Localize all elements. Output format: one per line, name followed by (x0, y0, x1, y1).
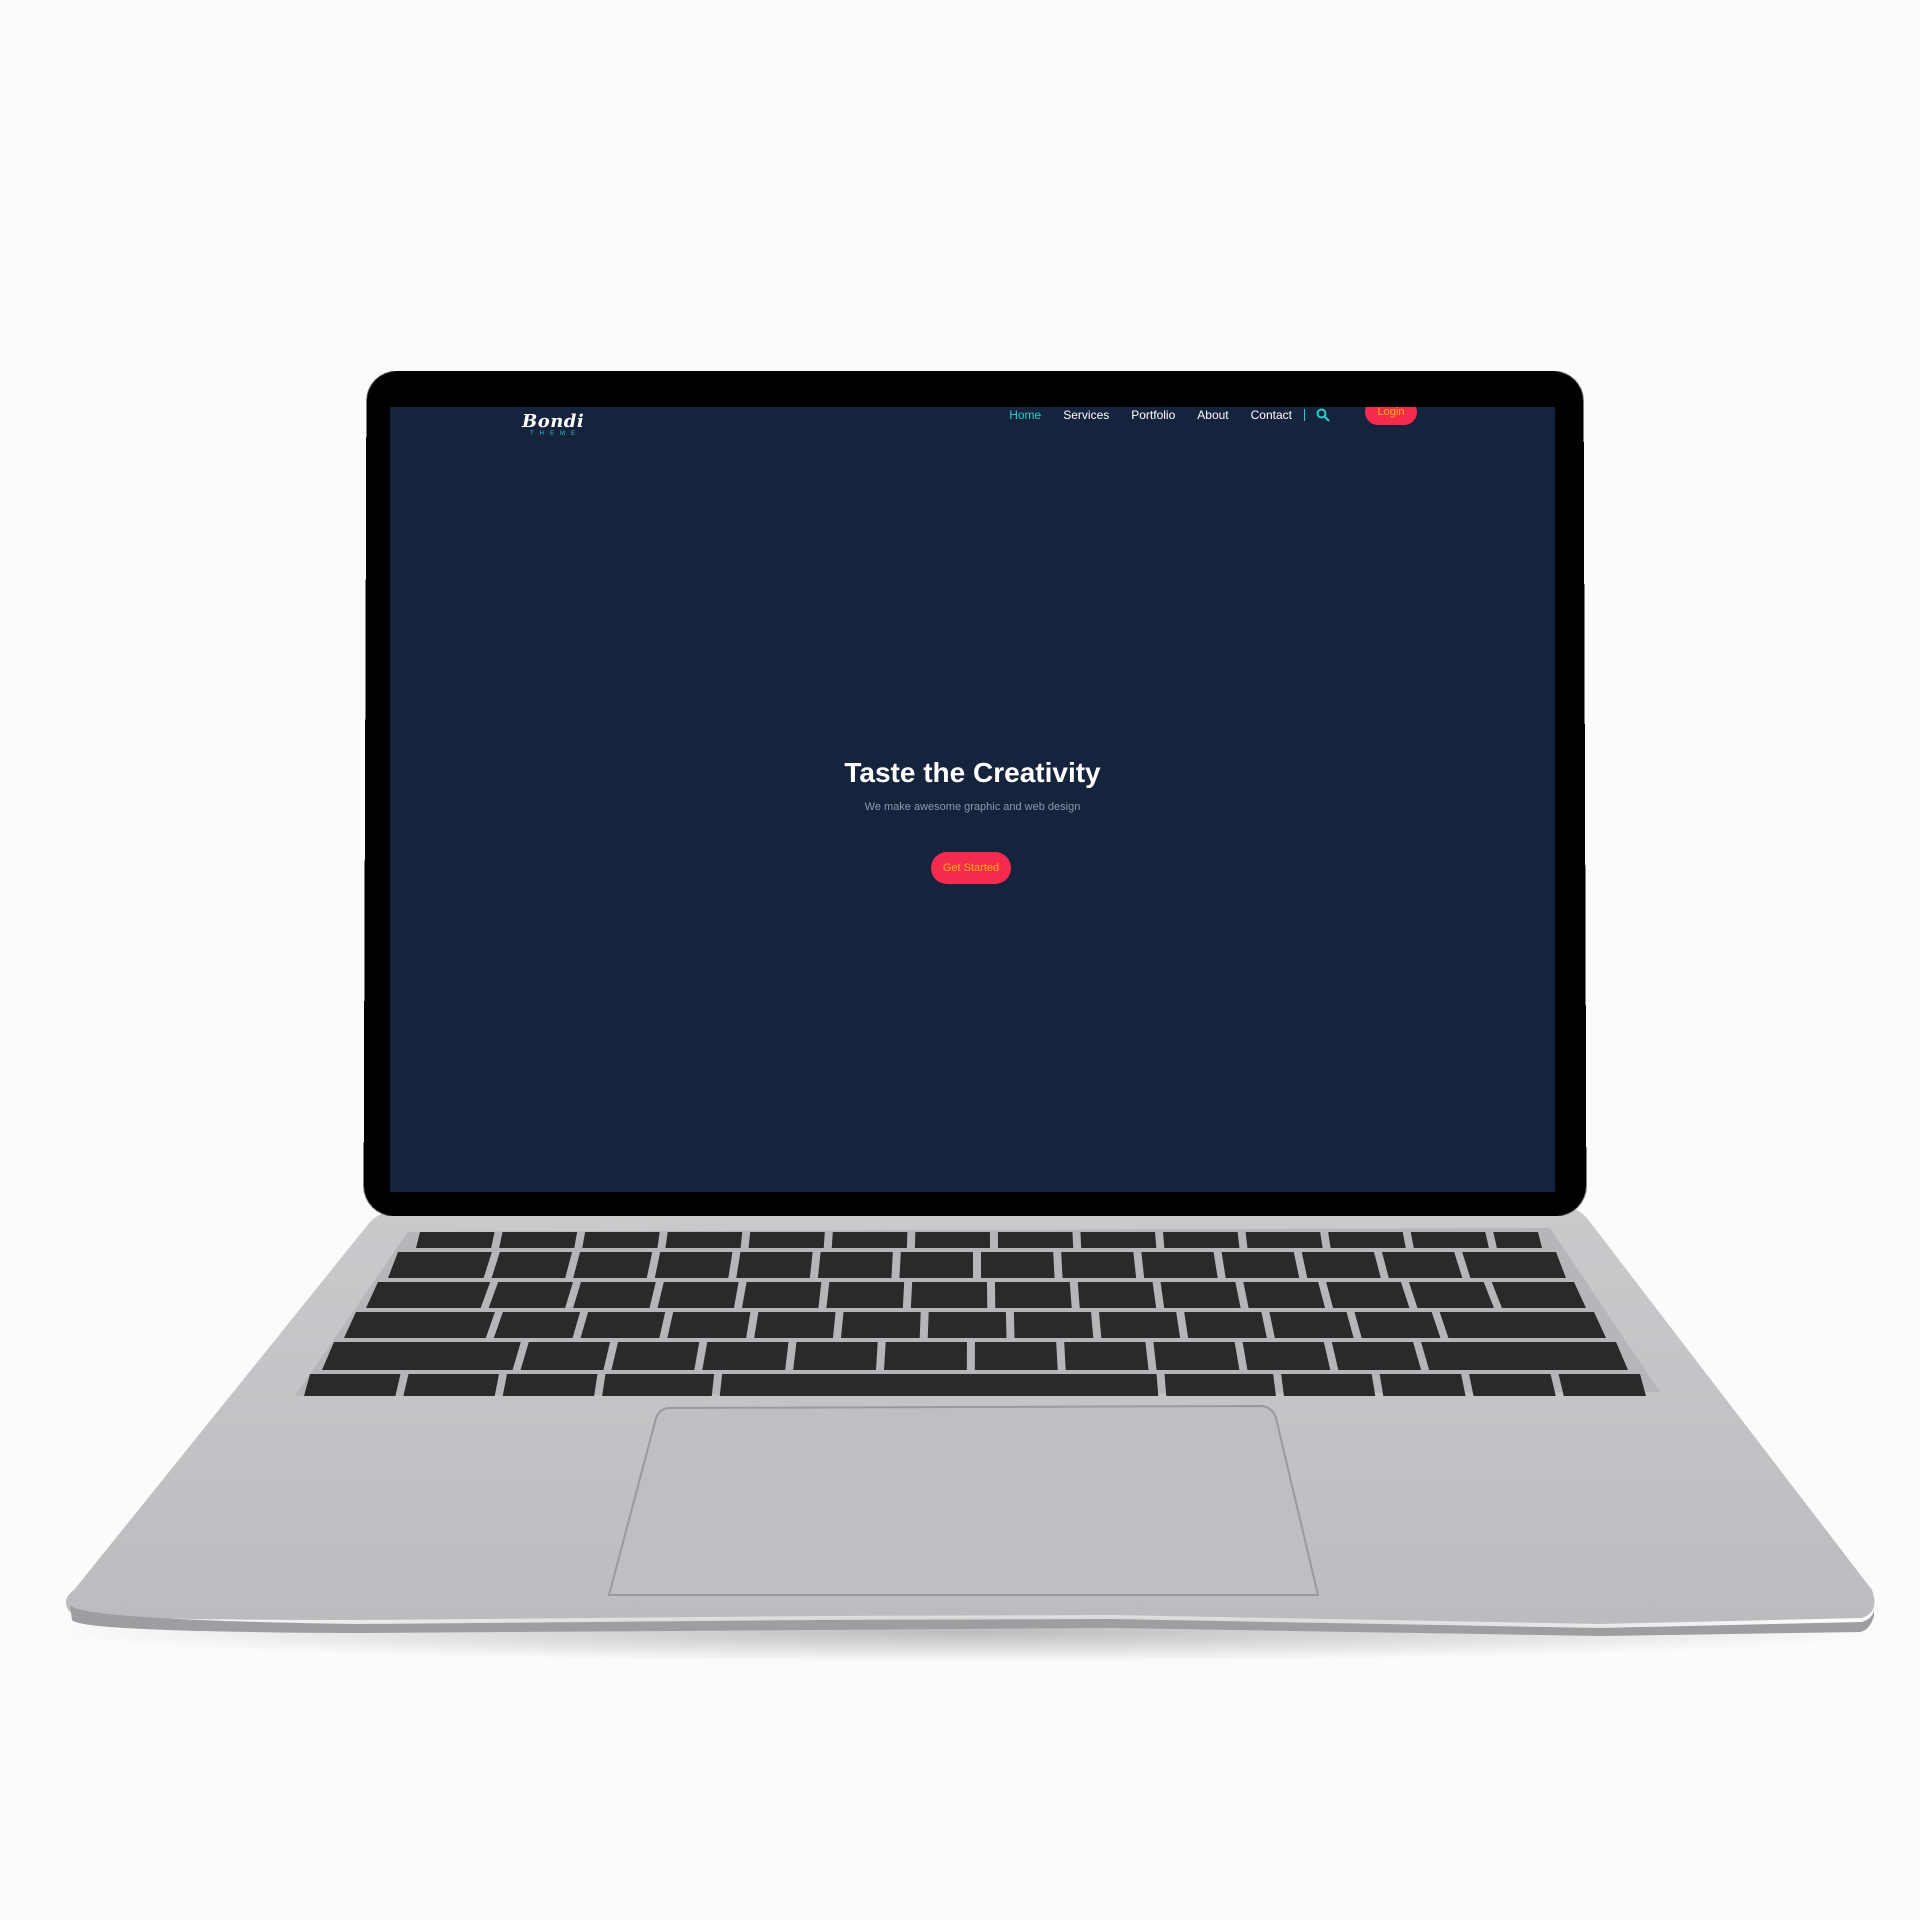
keyboard-key (840, 1312, 921, 1338)
keyboard-key (1558, 1374, 1646, 1396)
keyboard-key (719, 1374, 1159, 1396)
keyboard-key (573, 1252, 653, 1278)
keyboard-key (1493, 1232, 1542, 1248)
nav-contact[interactable]: Contact (1251, 407, 1292, 423)
keyboard-key (499, 1232, 578, 1248)
keyboard-key (1099, 1312, 1181, 1338)
keyboard-key (1301, 1252, 1381, 1278)
login-button[interactable]: Login (1365, 407, 1417, 425)
keyboard-key (910, 1282, 988, 1308)
nav-links: Home Services Portfolio About Contact (987, 407, 1331, 423)
keyboard-key (748, 1232, 825, 1248)
keyboard-key (1080, 1232, 1157, 1248)
search-icon[interactable] (1315, 407, 1331, 423)
keyboard-key (817, 1252, 893, 1278)
keyboard-key (1160, 1282, 1241, 1308)
keyboard-key (826, 1282, 905, 1308)
keyboard-key (793, 1342, 878, 1370)
keyboard-key (1326, 1282, 1410, 1308)
keyboard-key (488, 1282, 573, 1308)
keyboard-key (1281, 1374, 1376, 1396)
keyboard-key (1153, 1342, 1240, 1370)
keyboard-key (997, 1232, 1074, 1248)
trackpad (607, 1404, 1320, 1596)
keyboard-key (1462, 1252, 1566, 1278)
keyboard-key (1242, 1342, 1331, 1370)
keyboard-key (657, 1282, 739, 1308)
keyboard-key (831, 1232, 908, 1248)
keyboard-key (741, 1282, 822, 1308)
keyboard-key (1061, 1252, 1137, 1278)
keyboard-key (1163, 1232, 1240, 1248)
nav-services[interactable]: Services (1063, 407, 1109, 423)
keyboard-key (927, 1312, 1007, 1338)
keyboard-key (1245, 1232, 1323, 1248)
keyboard-key (1410, 1232, 1489, 1248)
keyboard-key (754, 1312, 836, 1338)
keyboard-key (1408, 1282, 1494, 1308)
keyboard-key (322, 1342, 521, 1370)
keyboard-key (1331, 1342, 1422, 1370)
keyboard-key (914, 1232, 991, 1248)
keyboard-key (502, 1374, 598, 1396)
keyboard-key (974, 1342, 1058, 1370)
site-navbar: Bondi THEME Home Services Portfolio Abou… (390, 407, 1555, 441)
nav-home[interactable]: Home (1009, 407, 1041, 423)
keyboard-key (981, 1252, 1055, 1278)
keyboard-key (884, 1342, 967, 1370)
laptop-mockup: Bondi THEME Home Services Portfolio Abou… (0, 0, 1920, 1920)
keyboard-key (994, 1282, 1072, 1308)
keyboard-key (1439, 1312, 1606, 1338)
nav-divider (1304, 409, 1305, 421)
screen: Bondi THEME Home Services Portfolio Abou… (390, 407, 1555, 1192)
keyboard-key (736, 1252, 813, 1278)
keyboard-key (573, 1282, 656, 1308)
keyboard-key (667, 1312, 751, 1338)
keyboard-key (1421, 1342, 1628, 1370)
keyboard-key (1184, 1312, 1267, 1338)
keyboard-key (665, 1232, 743, 1248)
hero-subtitle: We make awesome graphic and web design (864, 801, 1081, 813)
site-logo[interactable]: Bondi (522, 413, 584, 431)
keyboard-key (582, 1232, 660, 1248)
keyboard-key (1328, 1232, 1406, 1248)
get-started-button[interactable]: Get Started (931, 852, 1011, 884)
keyboard-key (1221, 1252, 1300, 1278)
keyboard-key (491, 1252, 573, 1278)
keyboard-key (1269, 1312, 1354, 1338)
keyboard-key (899, 1252, 973, 1278)
keyboard-key (520, 1342, 611, 1370)
site-logo-subtitle: THEME (530, 431, 581, 437)
keyboard-key (611, 1342, 700, 1370)
keyboard-key (1141, 1252, 1218, 1278)
keyboard-key (493, 1312, 581, 1338)
keyboard-key (1491, 1282, 1586, 1308)
keyboard-key (602, 1374, 715, 1396)
keyboard-key (1164, 1374, 1276, 1396)
keyboard-key (1064, 1342, 1149, 1370)
keyboard-key (366, 1282, 491, 1308)
keyboard-key (403, 1374, 500, 1396)
keyboard-key (416, 1232, 495, 1248)
keyboard-key (1354, 1312, 1441, 1338)
keyboard-key (654, 1252, 733, 1278)
keyboard-key (1381, 1252, 1463, 1278)
nav-about[interactable]: About (1197, 407, 1228, 423)
nav-portfolio[interactable]: Portfolio (1131, 407, 1175, 423)
keyboard-key (702, 1342, 789, 1370)
keyboard-key (344, 1312, 495, 1338)
keyboard-key (304, 1374, 401, 1396)
keyboard-key (1243, 1282, 1326, 1308)
keyboard-key (1077, 1282, 1157, 1308)
keyboard-key (1013, 1312, 1094, 1338)
keyboard-key (1379, 1374, 1466, 1396)
hero-title: Taste the Creativity (844, 757, 1101, 788)
keyboard-key (580, 1312, 666, 1338)
keyboard-key (1469, 1374, 1556, 1396)
keyboard-key (388, 1252, 492, 1278)
